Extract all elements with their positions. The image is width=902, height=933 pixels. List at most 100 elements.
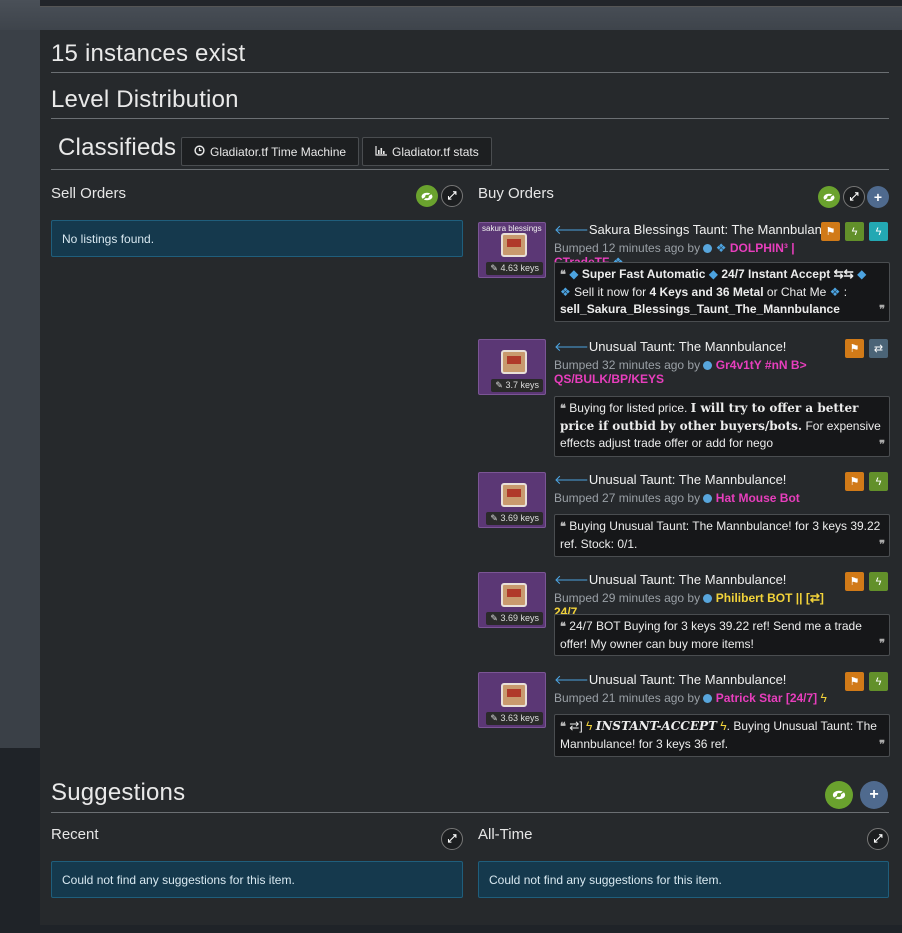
instant-trade-button[interactable]: ϟ (869, 472, 888, 491)
list-item[interactable]: ✎ 3.63 keys 🡐Unusual Taunt: The Mannbula… (478, 672, 890, 757)
expand-icon: ⤢ (447, 832, 457, 845)
sell-orders-heading: Sell Orders (51, 185, 127, 202)
flag-icon: ⚑ (825, 226, 836, 238)
bot-trade-button[interactable]: ϟ (869, 222, 888, 241)
add-listing-button[interactable]: + (867, 186, 889, 208)
sell-empty-notice: No listings found. (51, 220, 463, 257)
level-distribution-heading[interactable]: Level Distribution (51, 86, 239, 114)
thumbnail-label: sakura blessings (482, 224, 542, 233)
listing-title[interactable]: 🡐Unusual Taunt: The Mannbulance! (554, 572, 786, 588)
eye-toggle-button[interactable] (818, 186, 840, 208)
user-link[interactable]: Patrick Star [24/7] (716, 691, 817, 705)
report-button[interactable]: ⚑ (845, 472, 864, 491)
divider (51, 72, 889, 73)
divider (51, 169, 889, 170)
status-dot (703, 594, 713, 603)
eye-icon (832, 790, 846, 800)
arrow-left-icon: 🡐 (554, 472, 589, 487)
status-dot (703, 694, 713, 703)
item-thumbnail[interactable]: ✎ 3.69 keys (478, 472, 546, 528)
expand-button[interactable]: ⤢ (441, 828, 463, 850)
lightning-icon: ϟ (875, 675, 882, 688)
top-bar-edge (40, 0, 902, 7)
bump-info: Bumped 21 minutes ago by Patrick Star [2… (554, 691, 827, 705)
expand-button[interactable]: ⤢ (843, 186, 865, 208)
user-link[interactable]: Hat Mouse Bot (716, 491, 800, 505)
lightning-icon: ϟ (851, 225, 858, 238)
quote-close-icon: ❞ (879, 638, 885, 650)
recent-empty-notice: Could not find any suggestions for this … (51, 861, 463, 898)
mannbulance-image (501, 350, 527, 374)
expand-icon: ⤢ (447, 189, 457, 202)
list-item[interactable]: ✎ 3.69 keys 🡐Unusual Taunt: The Mannbula… (478, 572, 890, 656)
quote-open-icon: ❝ (560, 721, 566, 733)
divider (51, 812, 889, 813)
listing-title[interactable]: 🡐Unusual Taunt: The Mannbulance! (554, 672, 786, 688)
quote-open-icon: ❝ (560, 403, 566, 415)
item-thumbnail[interactable]: ✎ 3.69 keys (478, 572, 546, 628)
add-suggestion-button[interactable]: + (860, 781, 888, 809)
mannbulance-image (501, 233, 527, 257)
list-item[interactable]: sakura blessings ✎ 4.63 keys 🡐Sakura Ble… (478, 222, 890, 322)
lightning-icon: ϟ (875, 575, 882, 588)
sell-empty-text: No listings found. (62, 231, 155, 246)
expand-icon: ⤢ (873, 832, 883, 845)
report-button[interactable]: ⚑ (845, 572, 864, 591)
plus-icon: + (873, 189, 883, 205)
flag-icon: ⚑ (849, 676, 860, 688)
flag-icon: ⚑ (849, 343, 860, 355)
arrow-left-icon: 🡐 (554, 672, 589, 687)
tag-icon: ✎ (490, 713, 498, 723)
arrow-left-icon: 🡐 (554, 222, 589, 237)
expand-button[interactable]: ⤢ (441, 185, 463, 207)
quote-close-icon: ❞ (879, 304, 885, 316)
mannbulance-image (501, 583, 527, 607)
instant-trade-button[interactable]: ϟ (845, 222, 864, 241)
flag-icon: ⚑ (849, 476, 860, 488)
eye-toggle-button[interactable] (416, 185, 438, 207)
recent-empty-text: Could not find any suggestions for this … (62, 872, 295, 887)
listing-title[interactable]: 🡐Unusual Taunt: The Mannbulance! (554, 339, 786, 355)
listing-title[interactable]: 🡐Unusual Taunt: The Mannbulance! (554, 472, 786, 488)
lightning-icon: ϟ (875, 475, 882, 488)
price-badge: ✎ 3.63 keys (486, 712, 543, 725)
list-item[interactable]: ✎ 3.7 keys 🡐Unusual Taunt: The Mannbulan… (478, 339, 890, 457)
stats-button[interactable]: Gladiator.tf stats (362, 137, 492, 166)
flag-icon: ⚑ (849, 576, 860, 588)
item-thumbnail[interactable]: sakura blessings ✎ 4.63 keys (478, 222, 546, 278)
quote-open-icon: ❝ (560, 269, 566, 281)
report-button[interactable]: ⚑ (821, 222, 840, 241)
item-thumbnail[interactable]: ✎ 3.63 keys (478, 672, 546, 728)
buy-orders-heading: Buy Orders (478, 185, 554, 202)
tag-icon: ✎ (490, 613, 498, 623)
instant-trade-button[interactable]: ϟ (869, 572, 888, 591)
report-button[interactable]: ⚑ (845, 672, 864, 691)
expand-button[interactable]: ⤢ (867, 828, 889, 850)
status-dot (703, 361, 713, 370)
bump-info: Bumped 27 minutes ago by Hat Mouse Bot (554, 491, 800, 505)
quote-open-icon: ❝ (560, 621, 566, 633)
instant-trade-button[interactable]: ϟ (869, 672, 888, 691)
eye-toggle-button[interactable] (825, 781, 853, 809)
eye-icon (823, 193, 835, 201)
divider (51, 118, 889, 119)
clock-icon (194, 144, 205, 159)
stats-label: Gladiator.tf stats (392, 144, 479, 159)
exchange-icon: ⇄ (873, 343, 884, 355)
alltime-heading: All-Time (478, 826, 533, 843)
report-button[interactable]: ⚑ (845, 339, 864, 358)
classifieds-heading: Classifieds (58, 134, 177, 161)
alltime-empty-notice: Could not find any suggestions for this … (478, 861, 889, 898)
tag-icon: ✎ (490, 513, 498, 523)
suggestions-heading: Suggestions (51, 779, 186, 806)
price-badge: ✎ 3.7 keys (491, 379, 543, 392)
listing-title[interactable]: 🡐Sakura Blessings Taunt: The Mannbulance… (554, 222, 839, 238)
listing-message: ❝ Buying Unusual Taunt: The Mannbulance!… (554, 514, 890, 557)
list-item[interactable]: ✎ 3.69 keys 🡐Unusual Taunt: The Mannbula… (478, 472, 890, 557)
instances-heading: 15 instances exist (51, 40, 246, 67)
lightning-icon: ϟ (875, 225, 882, 238)
status-dot (703, 244, 713, 253)
item-thumbnail[interactable]: ✎ 3.7 keys (478, 339, 546, 395)
time-machine-button[interactable]: Gladiator.tf Time Machine (181, 137, 360, 166)
trade-button[interactable]: ⇄ (869, 339, 888, 358)
